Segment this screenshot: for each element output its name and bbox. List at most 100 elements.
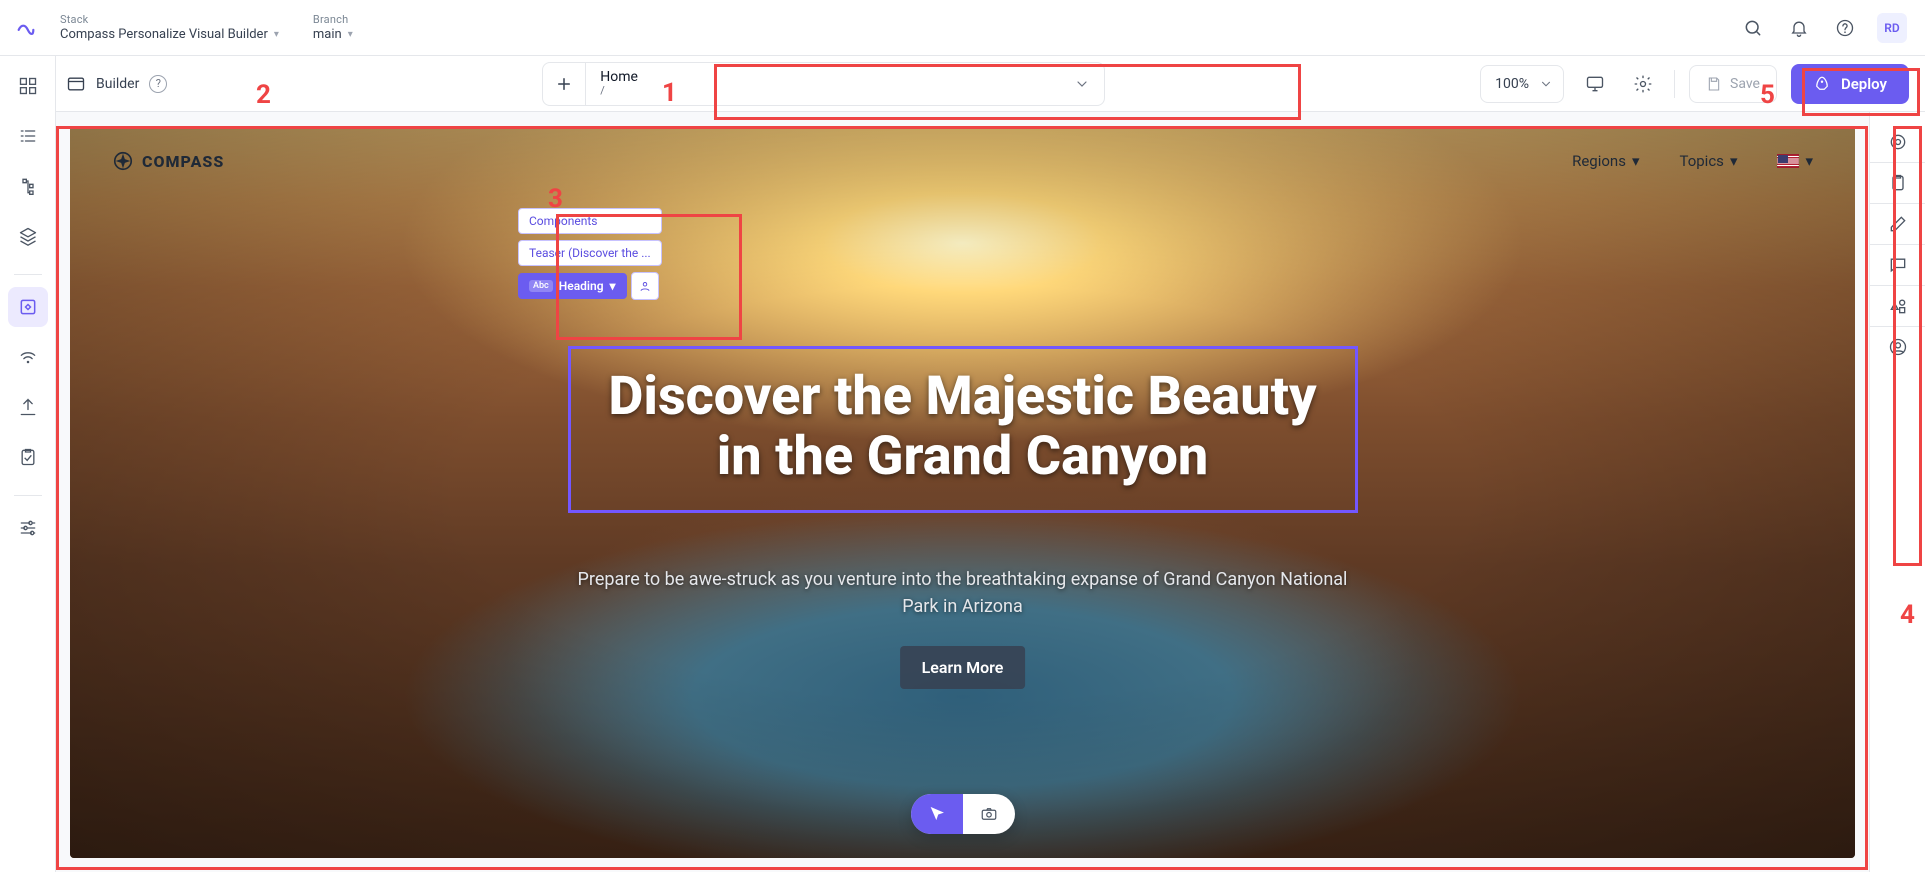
deploy-button[interactable]: Deploy <box>1791 64 1909 104</box>
rail-releases[interactable] <box>8 437 48 477</box>
chevron-down-icon: ▾ <box>1632 152 1640 170</box>
rrail-variants[interactable] <box>1878 286 1918 326</box>
rail-components[interactable] <box>8 287 48 327</box>
rail-layers[interactable] <box>8 216 48 256</box>
chevron-down-icon <box>1074 76 1090 92</box>
compass-logo-icon <box>112 150 134 172</box>
rrail-edit[interactable] <box>1878 204 1918 244</box>
crumb-teaser[interactable]: Teaser (Discover the ... <box>518 240 662 266</box>
nav-regions[interactable]: Regions ▾ <box>1572 152 1639 170</box>
view-mode-preview[interactable] <box>963 794 1015 834</box>
cursor-icon <box>928 805 946 823</box>
grid-icon <box>18 76 38 96</box>
branch-label: Branch <box>313 13 473 26</box>
rail-publish[interactable] <box>8 387 48 427</box>
help-icon <box>1835 18 1855 38</box>
clipboard-icon <box>1888 173 1908 193</box>
rail-tree[interactable] <box>8 166 48 206</box>
stack-value: Compass Personalize Visual Builder <box>60 27 268 42</box>
clipboard-check-icon <box>18 447 38 467</box>
rail-dashboard[interactable] <box>8 66 48 106</box>
search-icon <box>1743 18 1763 38</box>
rrail-content[interactable] <box>1878 163 1918 203</box>
edit-icon <box>1888 214 1908 234</box>
site-logo[interactable]: COMPASS <box>112 150 224 172</box>
header-actions: RD <box>1739 13 1907 43</box>
app-header: Stack Compass Personalize Visual Builder… <box>0 0 1925 56</box>
nav-topics[interactable]: Topics ▾ <box>1679 152 1737 170</box>
builder-help-icon[interactable]: ? <box>149 75 167 93</box>
layers-icon <box>18 226 38 246</box>
stack-selector[interactable]: Stack Compass Personalize Visual Builder… <box>60 13 279 42</box>
canvas[interactable]: COMPASS Regions ▾ Topics ▾ ▾ Components Te… <box>70 126 1855 858</box>
zoom-selector[interactable]: 100% <box>1480 65 1564 103</box>
user-avatar[interactable]: RD <box>1877 13 1907 43</box>
settings-button[interactable] <box>1626 67 1660 101</box>
crumb-heading[interactable]: Abc Heading ▾ <box>518 273 627 299</box>
crumb-heading-type: Abc <box>529 280 553 292</box>
gear-icon <box>1633 74 1653 94</box>
chevron-down-icon: ▾ <box>348 29 353 40</box>
selection-breadcrumb: Components Teaser (Discover the ... Abc … <box>518 208 662 300</box>
save-button[interactable]: Save <box>1689 65 1777 103</box>
plus-icon <box>555 75 573 93</box>
save-icon <box>1706 76 1722 92</box>
builder-toolbar: Builder ? Home / 100% Sa <box>0 56 1925 112</box>
crumb-action-button[interactable] <box>631 272 659 300</box>
nav-topics-label: Topics <box>1679 152 1723 170</box>
rail-audience[interactable] <box>8 337 48 377</box>
right-rail <box>1869 112 1925 872</box>
crumb-heading-label: Heading <box>559 279 604 293</box>
builder-label: Builder <box>96 76 139 92</box>
search-button[interactable] <box>1739 14 1767 42</box>
chat-icon <box>1888 255 1908 275</box>
nav-regions-label: Regions <box>1572 152 1626 170</box>
device-preview-button[interactable] <box>1578 67 1612 101</box>
locale-selector[interactable]: ▾ <box>1777 152 1813 170</box>
site-brand: COMPASS <box>142 152 224 171</box>
flag-us-icon <box>1777 154 1799 168</box>
chevron-down-icon: ▾ <box>1730 152 1738 170</box>
chevron-down-icon: ▾ <box>1805 152 1813 170</box>
hero-title[interactable]: Discover the Majestic Beauty in the Gran… <box>581 367 1345 488</box>
zoom-value: 100% <box>1495 76 1529 92</box>
hero-subtitle[interactable]: Prepare to be awe-struck as you venture … <box>563 566 1363 620</box>
rail-list[interactable] <box>8 116 48 156</box>
page-selector[interactable]: Home / <box>585 62 1105 106</box>
user-circle-icon <box>1888 337 1908 357</box>
deploy-label: Deploy <box>1841 75 1887 93</box>
camera-icon <box>980 805 998 823</box>
help-button[interactable] <box>1831 14 1859 42</box>
rail-divider <box>14 495 42 496</box>
add-page-button[interactable] <box>542 62 586 106</box>
toolbar-right: 100% Save Deploy <box>1480 64 1909 104</box>
view-mode-pill <box>911 794 1015 834</box>
site-header: COMPASS Regions ▾ Topics ▾ ▾ <box>70 126 1855 196</box>
divider <box>1674 70 1675 98</box>
app-logo-icon <box>12 14 40 42</box>
upload-icon <box>18 397 38 417</box>
builder-mode: Builder ? <box>66 74 167 94</box>
canvas-wrap: COMPASS Regions ▾ Topics ▾ ▾ Components Te… <box>56 112 1869 872</box>
sparkle-icon <box>638 279 652 293</box>
tree-icon <box>18 176 38 196</box>
site-nav: Regions ▾ Topics ▾ ▾ <box>1572 152 1813 170</box>
monitor-icon <box>1585 74 1605 94</box>
builder-icon <box>66 74 86 94</box>
chevron-down-icon <box>1539 77 1553 91</box>
list-icon <box>18 126 38 146</box>
stack-label: Stack <box>60 13 279 26</box>
rocket-icon <box>1813 75 1831 93</box>
branch-selector[interactable]: Branch main▾ <box>313 13 473 42</box>
notifications-button[interactable] <box>1785 14 1813 42</box>
rrail-properties[interactable] <box>1878 122 1918 162</box>
save-label: Save <box>1730 76 1760 92</box>
rrail-personalize[interactable] <box>1878 327 1918 367</box>
rail-divider <box>14 274 42 275</box>
hero-cta-button[interactable]: Learn More <box>900 646 1026 689</box>
crumb-components[interactable]: Components <box>518 208 662 234</box>
view-mode-edit[interactable] <box>911 794 963 834</box>
rrail-comments[interactable] <box>1878 245 1918 285</box>
selected-heading-frame[interactable]: Discover the Majestic Beauty in the Gran… <box>568 346 1358 513</box>
rail-settings[interactable] <box>8 508 48 548</box>
